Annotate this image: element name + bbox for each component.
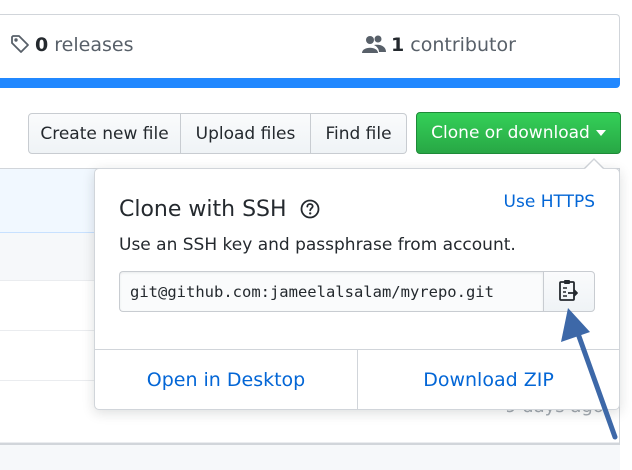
contributors-link[interactable]: 1 contributor	[362, 34, 516, 59]
clone-url-input[interactable]	[119, 271, 543, 312]
releases-label: releases	[54, 34, 134, 56]
clone-or-download-button[interactable]: Clone or download	[416, 112, 621, 154]
popover-description: Use an SSH key and passphrase from accou…	[119, 235, 516, 255]
clipboard-icon	[558, 278, 580, 306]
copy-url-button[interactable]	[543, 271, 595, 312]
popover-footer: Open in Desktop Download ZIP	[95, 349, 619, 410]
releases-count: 0	[35, 34, 49, 56]
language-bar[interactable]	[0, 78, 620, 88]
download-zip-link[interactable]: Download ZIP	[357, 350, 619, 410]
contributors-label: contributor	[410, 34, 516, 56]
repository-page: 0 releases 1 contributor Create new file…	[0, 0, 632, 470]
question-icon[interactable]	[300, 199, 320, 225]
contributors-count: 1	[391, 34, 405, 56]
open-in-desktop-link[interactable]: Open in Desktop	[95, 350, 357, 410]
create-new-file-button[interactable]: Create new file	[28, 113, 181, 154]
popover-title-text: Clone with SSH	[119, 197, 287, 222]
repo-summary: 0 releases 1 contributor	[0, 14, 620, 78]
people-icon	[362, 34, 386, 59]
caret-down-icon	[595, 130, 606, 136]
file-actions-group: Create new file Upload files Find file	[28, 113, 407, 154]
clone-or-download-label: Clone or download	[431, 123, 590, 143]
tag-icon	[10, 34, 30, 59]
popover-title: Clone with SSH	[119, 197, 320, 225]
releases-link[interactable]: 0 releases	[10, 34, 133, 59]
use-https-link[interactable]: Use HTTPS	[504, 192, 595, 212]
popover-pointer-inner	[585, 160, 603, 169]
clone-popover: Clone with SSH Use HTTPS Use an SSH key …	[94, 168, 620, 410]
readme-header	[0, 444, 620, 470]
find-file-button[interactable]: Find file	[311, 113, 407, 154]
upload-files-button[interactable]: Upload files	[181, 113, 311, 154]
